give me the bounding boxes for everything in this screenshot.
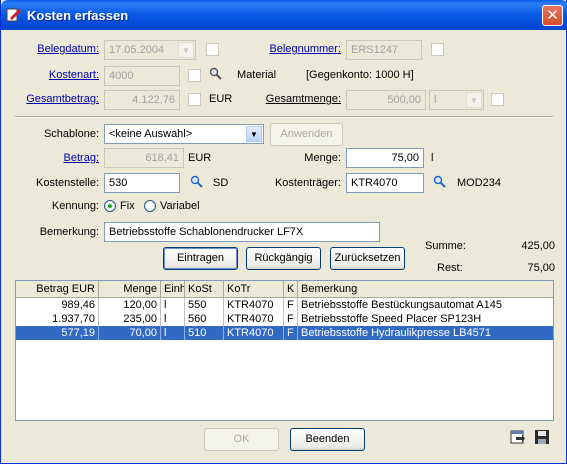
table-cell: l — [161, 312, 185, 326]
table-cell: 70,00 — [99, 326, 161, 340]
table-cell: 120,00 — [99, 298, 161, 312]
table-cell: KTR4070 — [224, 326, 284, 340]
gesamtmenge-checkbox[interactable] — [491, 93, 504, 106]
belegnummer-field[interactable]: ERS1247 — [346, 40, 422, 60]
column-header[interactable]: Betrag EUR — [16, 281, 99, 298]
chevron-down-icon[interactable]: ▼ — [178, 42, 194, 58]
anwenden-button[interactable]: Anwenden — [270, 123, 343, 146]
ok-button[interactable]: OK — [204, 428, 279, 451]
table-cell: F — [284, 326, 298, 340]
belegnummer-label[interactable]: Belegnummer: — [241, 43, 341, 55]
column-header[interactable]: KoSt — [185, 281, 224, 298]
schablone-select[interactable]: <keine Auswahl> ▼ — [104, 124, 264, 144]
table-cell: F — [284, 312, 298, 326]
gesamtmenge-unit-select[interactable]: l ▼ — [429, 90, 484, 110]
rest-label: Rest: — [437, 262, 463, 274]
kostentraeger-field[interactable]: KTR4070 — [346, 173, 424, 193]
separator — [15, 116, 553, 118]
kostenart-label[interactable]: Kostenart: — [21, 69, 99, 81]
bemerkung-label: Bemerkung: — [39, 226, 99, 238]
table-cell: KTR4070 — [224, 312, 284, 326]
table-row-selected[interactable]: 577,19 70,00 l 510 KTR4070 F Betriebssto… — [16, 326, 553, 340]
magnifier-icon[interactable] — [209, 67, 223, 81]
table-cell: KTR4070 — [224, 298, 284, 312]
belegdatum-value: 17.05.2004 — [109, 44, 165, 56]
export-icon[interactable] — [510, 429, 526, 445]
gesamtmenge-field[interactable]: 500,00 — [346, 90, 426, 110]
column-header[interactable]: Menge — [99, 281, 161, 298]
column-header[interactable]: K — [284, 281, 298, 298]
table-cell: Betriebsstoffe Bestückungsautomat A145 — [301, 299, 502, 311]
column-header[interactable]: Einh — [161, 281, 185, 298]
table-row[interactable]: 989,46 120,00 l 550 KTR4070 F Betriebsst… — [16, 298, 553, 312]
summe-label: Summe: — [425, 240, 466, 252]
rest-value: 75,00 — [527, 262, 555, 274]
belegdatum-label[interactable]: Belegdatum: — [21, 43, 99, 55]
gesamtmenge-unit-value: l — [434, 94, 437, 106]
window-title: Kosten erfassen — [27, 8, 129, 23]
gegenkonto-text: [Gegenkonto: 1000 H] — [306, 69, 414, 81]
schablone-label: Schablone: — [43, 128, 99, 140]
schablone-value: <keine Auswahl> — [109, 128, 193, 140]
kennung-label: Kennung: — [51, 200, 99, 212]
close-icon[interactable]: ✕ — [542, 5, 563, 26]
menge-label: Menge: — [304, 152, 341, 164]
app-icon — [6, 8, 21, 22]
betrag-unit: EUR — [188, 152, 212, 164]
table-cell: 550 — [185, 298, 224, 312]
menge-unit: l — [431, 152, 434, 164]
magnifier-icon[interactable] — [190, 175, 204, 189]
rueckgaengig-button[interactable]: Rückgängig — [246, 247, 321, 270]
gesamtmenge-label: Gesamtmenge: — [265, 93, 341, 105]
kennung-variabel-radio[interactable] — [144, 200, 156, 212]
belegdatum-field[interactable]: 17.05.2004 ▼ — [104, 40, 196, 60]
table-cell: Betriebsstoffe Speed Placer SP123H — [301, 313, 482, 325]
belegdatum-checkbox[interactable] — [206, 43, 219, 56]
title-bar[interactable]: Kosten erfassen ✕ — [1, 0, 567, 30]
table-cell: F — [284, 298, 298, 312]
kostenstelle-field[interactable]: 530 — [104, 173, 180, 193]
dialog-window: Kosten erfassen ✕ Belegdatum: 17.05.2004… — [0, 0, 567, 464]
gesamtbetrag-checkbox[interactable] — [188, 93, 201, 106]
kostenart-hint: Material — [237, 69, 277, 81]
entries-table[interactable]: Betrag EUR Menge Einh KoSt KoTr K Bemerk… — [15, 280, 554, 421]
table-cell: 989,46 — [16, 298, 99, 312]
kostenart-field[interactable]: 4000 — [104, 66, 180, 86]
kostenstelle-hint: SD — [213, 177, 229, 189]
column-header[interactable]: KoTr — [224, 281, 284, 298]
summe-value: 425,00 — [521, 240, 555, 252]
gesamtbetrag-unit: EUR — [209, 93, 233, 105]
betrag-label[interactable]: Betrag: — [21, 152, 99, 164]
table-cell: Betriebsstoffe Hydraulikpresse LB4571 — [301, 327, 491, 339]
magnifier-icon[interactable] — [433, 175, 447, 189]
table-cell: 235,00 — [99, 312, 161, 326]
kennung-fix-radio[interactable] — [104, 200, 116, 212]
kennung-variabel-label[interactable]: Variabel — [160, 200, 200, 212]
gesamtbetrag-field[interactable]: 4.122,76 — [104, 90, 180, 110]
kostenart-checkbox[interactable] — [188, 69, 201, 82]
table-cell: 1.937,70 — [16, 312, 99, 326]
table-row[interactable]: 1.937,70 235,00 l 560 KTR4070 F Betriebs… — [16, 312, 553, 326]
table-cell: l — [161, 298, 185, 312]
beenden-button[interactable]: Beenden — [290, 428, 365, 451]
betrag-field[interactable]: 618,41 — [104, 148, 184, 168]
table-cell: 577,19 — [16, 326, 99, 340]
save-icon[interactable] — [534, 429, 550, 445]
chevron-down-icon[interactable]: ▼ — [246, 126, 262, 142]
chevron-down-icon[interactable]: ▼ — [466, 92, 482, 108]
belegnummer-checkbox[interactable] — [431, 43, 444, 56]
table-cell: 510 — [185, 326, 224, 340]
zuruecksetzen-button[interactable]: Zurücksetzen — [330, 247, 405, 270]
kennung-fix-label[interactable]: Fix — [120, 200, 135, 212]
gesamtbetrag-label[interactable]: Gesamtbetrag: — [21, 93, 99, 105]
menge-field[interactable]: 75,00 — [346, 148, 424, 168]
table-cell: 560 — [185, 312, 224, 326]
bemerkung-field[interactable]: Betriebsstoffe Schablonendrucker LF7X — [104, 222, 380, 242]
eintragen-button[interactable]: Eintragen — [163, 247, 238, 270]
column-header[interactable]: Bemerkung — [298, 281, 553, 298]
kostentraeger-hint: MOD234 — [457, 177, 502, 189]
table-cell: l — [161, 326, 185, 340]
kostenstelle-label: Kostenstelle: — [36, 177, 99, 189]
kostentraeger-label: Kostenträger: — [274, 177, 341, 189]
